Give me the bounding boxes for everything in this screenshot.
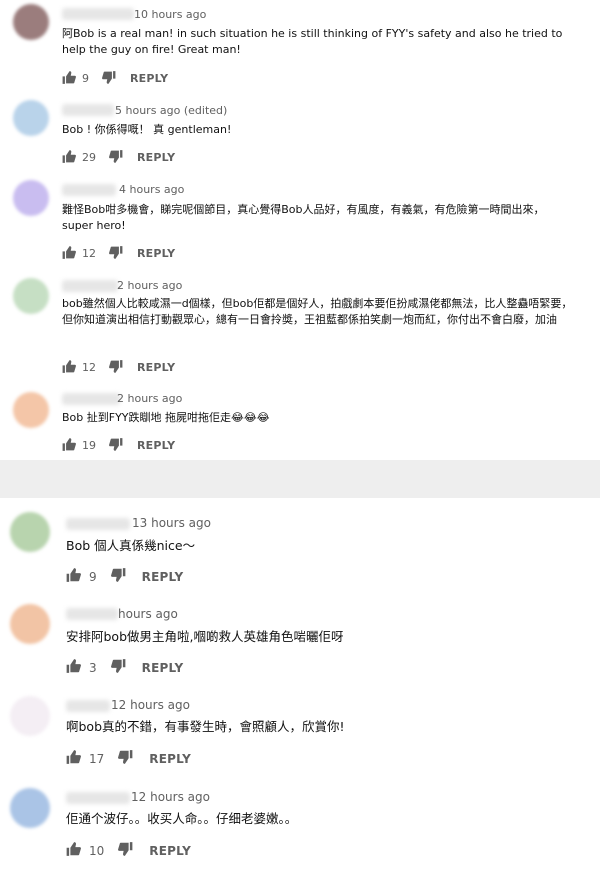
comment-actions: 29 REPLY [62,148,175,167]
comment-actions: 12 REPLY [62,244,175,263]
thumbs-down-icon[interactable] [109,148,123,167]
comment-text: 安排阿bob做男主角啦,嗰啲救人英雄角色啱曬佢呀 [66,629,344,644]
thumbs-up-icon[interactable] [62,244,76,263]
thumbs-down-icon[interactable] [109,436,123,455]
comment-actions: 9 REPLY [66,567,183,586]
comment-item: 12 hours ago 啊bob真的不錯，有事發生時，會照顧人，欣賞你! 17… [0,690,600,774]
comment-text: 啊bob真的不錯，有事發生時，會照顧人，欣賞你! [66,719,345,734]
comment-item: 2 hours ago bob雖然個人比較咸濕一d個樣，但bob佢都是個好人，拍… [0,274,600,382]
author-name[interactable] [62,393,120,405]
comment-timestamp[interactable]: 12 hours ago [111,698,190,712]
comment-item: 13 hours ago Bob 個人真係幾nice～ 9 REPLY [0,506,600,590]
avatar[interactable] [10,604,50,644]
reply-button[interactable]: REPLY [137,247,175,260]
thumbs-up-icon[interactable] [62,148,76,167]
thumbs-up-icon[interactable] [66,567,81,586]
like-count: 12 [82,247,96,260]
avatar[interactable] [10,696,50,736]
like-count: 19 [82,439,96,452]
avatar[interactable] [10,788,50,828]
thumbs-up-icon[interactable] [66,658,81,677]
avatar[interactable] [13,4,49,40]
comment-actions: 17 REPLY [66,749,191,768]
comment-item: 4 hours ago 難怪Bob咁多機會，睇完呢個節目，真心覺得Bob人品好，… [0,176,600,268]
thumbs-down-icon[interactable] [109,358,123,377]
comment-text: bob雖然個人比較咸濕一d個樣，但bob佢都是個好人，拍戲劇本要佢扮咸濕佬都無法… [62,297,573,326]
thumbs-down-icon[interactable] [118,749,133,768]
section-divider [0,460,600,498]
like-count: 29 [82,151,96,164]
comment-actions: 10 REPLY [66,841,191,860]
reply-button[interactable]: REPLY [137,361,175,374]
avatar[interactable] [13,392,49,428]
reply-button[interactable]: REPLY [137,439,175,452]
comment-text: Bob 扯到FYY跌瞓地 拖屍咁拖佢走😂😂😂 [62,411,270,424]
comment-actions: 19 REPLY [62,436,175,455]
like-count: 3 [89,660,97,675]
like-count: 17 [89,751,105,766]
comment-timestamp[interactable]: 10 hours ago [134,8,206,21]
author-name[interactable] [66,518,130,530]
comment-timestamp[interactable]: 12 hours ago [131,790,210,804]
thumbs-down-icon[interactable] [110,567,126,586]
author-name[interactable] [66,700,110,712]
comment-item: hours ago 安排阿bob做男主角啦,嗰啲救人英雄角色啱曬佢呀 3 REP… [0,598,600,682]
reply-button[interactable]: REPLY [142,661,184,675]
comment-text: Bob ! 你係得嘅！ 真 gentleman! [62,123,232,136]
comment-timestamp[interactable]: 2 hours ago [117,392,182,405]
comment-item: 5 hours ago (edited) Bob ! 你係得嘅！ 真 gentl… [0,96,600,172]
comment-text: 佢通个波仔。。收买人命。。仔细老婆嫩。。 [66,811,298,826]
like-count: 12 [82,361,96,374]
comment-text: Bob 個人真係幾nice～ [66,538,196,553]
comment-actions: 12 REPLY [62,358,175,377]
thumbs-down-icon[interactable] [110,658,126,677]
reply-button[interactable]: REPLY [142,570,184,584]
thumbs-up-icon[interactable] [62,436,76,455]
thumbs-down-icon[interactable] [118,841,133,860]
comment-timestamp[interactable]: 5 hours ago (edited) [115,104,227,117]
thumbs-up-icon[interactable] [66,841,81,860]
like-count: 9 [89,569,97,584]
comment-text: 阿Bob is a real man! in such situation he… [62,27,563,56]
reply-button[interactable]: REPLY [137,151,175,164]
author-name[interactable] [66,792,130,804]
avatar[interactable] [13,180,49,216]
author-name[interactable] [62,280,118,292]
avatar[interactable] [10,512,50,552]
reply-button[interactable]: REPLY [130,72,168,85]
author-name[interactable] [62,104,114,116]
comment-actions: 9 REPLY [62,69,168,88]
avatar[interactable] [13,100,49,136]
comment-item: 10 hours ago 阿Bob is a real man! in such… [0,0,600,90]
avatar[interactable] [13,278,49,314]
author-name[interactable] [62,184,116,196]
thumbs-up-icon[interactable] [66,749,81,768]
like-count: 10 [89,843,105,858]
thumbs-down-icon[interactable] [102,69,116,88]
comment-actions: 3 REPLY [66,658,183,677]
comment-item: 2 hours ago Bob 扯到FYY跌瞓地 拖屍咁拖佢走😂😂😂 19 RE… [0,388,600,454]
thumbs-down-icon[interactable] [109,244,123,263]
comments-panel-top: 10 hours ago 阿Bob is a real man! in such… [0,0,600,460]
like-count: 9 [82,72,89,85]
reply-button[interactable]: REPLY [149,844,191,858]
comment-item: 12 hours ago 佢通个波仔。。收买人命。。仔细老婆嫩。。 10 REP… [0,782,600,866]
author-name[interactable] [66,608,118,620]
reply-button[interactable]: REPLY [149,752,191,766]
comment-text: 難怪Bob咁多機會，睇完呢個節目，真心覺得Bob人品好，有風度，有義氣，有危險第… [62,203,545,232]
thumbs-up-icon[interactable] [62,358,76,377]
comment-timestamp[interactable]: 4 hours ago [119,183,184,196]
comment-timestamp[interactable]: hours ago [118,607,178,621]
thumbs-up-icon[interactable] [62,69,76,88]
comment-timestamp[interactable]: 13 hours ago [132,516,211,530]
comments-panel-bottom: 13 hours ago Bob 個人真係幾nice～ 9 REPLY hour… [0,498,600,872]
comment-timestamp[interactable]: 2 hours ago [117,279,182,292]
author-name[interactable] [62,8,134,20]
